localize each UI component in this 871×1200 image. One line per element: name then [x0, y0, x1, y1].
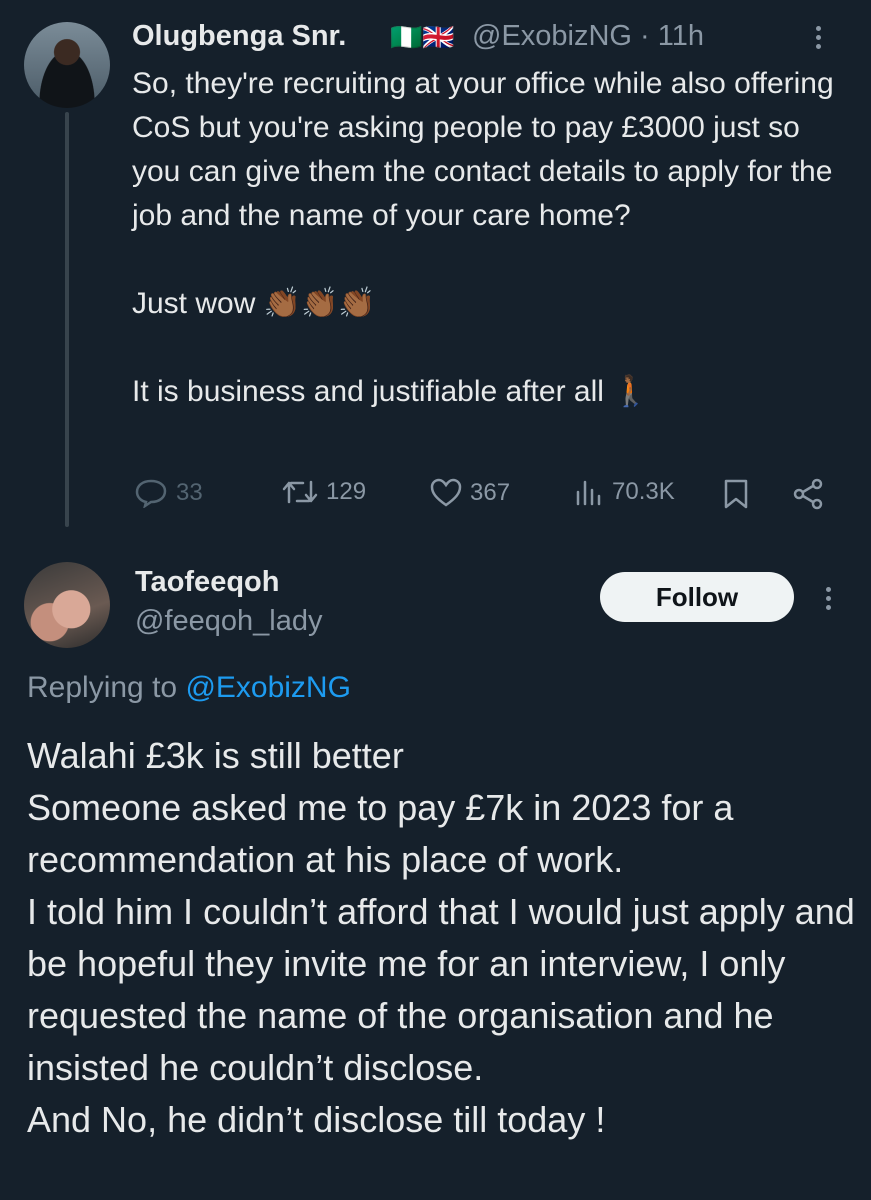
tweet-text: So, they're recruiting at your office wh…: [132, 62, 852, 414]
reply-author-handle[interactable]: @feeqoh_lady: [135, 605, 322, 638]
replying-prefix: Replying to: [27, 671, 178, 704]
author-handle-time[interactable]: @ExobizNG · 11h: [472, 20, 704, 53]
reply-line: Someone asked me to pay £7k in 2023 for …: [27, 787, 734, 880]
bookmark-button[interactable]: [722, 478, 750, 510]
avatar[interactable]: [24, 562, 110, 648]
more-options-icon[interactable]: [826, 583, 831, 614]
timestamp: · 11h: [640, 20, 704, 52]
views-icon: [576, 480, 601, 506]
retweet-count: 129: [326, 478, 367, 505]
tweet-paragraph: So, they're recruiting at your office wh…: [132, 67, 834, 232]
view-count: 70.3K: [612, 478, 675, 505]
reply-author-name[interactable]: Taofeeqoh: [135, 566, 279, 599]
tweet-paragraph: Just wow 👏🏾👏🏾👏🏾: [132, 287, 376, 320]
tweet-paragraph: It is business and justifiable after all…: [132, 375, 650, 408]
retweet-icon: [282, 480, 318, 504]
author-name[interactable]: Olugbenga Snr.: [132, 20, 346, 53]
reply-count: 33: [176, 479, 203, 506]
reply-line: I told him I couldn’t afford that I woul…: [27, 891, 855, 1088]
avatar[interactable]: [24, 22, 110, 108]
reply-icon: [135, 479, 167, 508]
views-button[interactable]: 70.3K: [574, 478, 675, 506]
bookmark-icon: [724, 479, 748, 509]
reply-line: Walahi £3k is still better: [27, 735, 404, 776]
retweet-button[interactable]: 129: [282, 478, 366, 506]
replying-to: Replying to @ExobizNG: [27, 671, 351, 705]
author-handle[interactable]: @ExobizNG: [472, 20, 632, 52]
share-button[interactable]: [792, 478, 824, 510]
like-button[interactable]: 367: [430, 478, 510, 508]
thread-line: [65, 112, 69, 527]
author-flags: 🇳🇬🇬🇧: [390, 22, 455, 52]
reply-button[interactable]: 33: [134, 478, 203, 508]
follow-button[interactable]: Follow: [600, 572, 794, 622]
reply-text: Walahi £3k is still better Someone asked…: [27, 730, 857, 1146]
reply-line: And No, he didn’t disclose till today !: [27, 1099, 606, 1140]
heart-icon: [430, 478, 462, 507]
more-options-icon[interactable]: [816, 22, 821, 53]
share-icon: [793, 478, 823, 510]
replying-mention-link[interactable]: @ExobizNG: [185, 671, 351, 704]
like-count: 367: [470, 479, 511, 506]
